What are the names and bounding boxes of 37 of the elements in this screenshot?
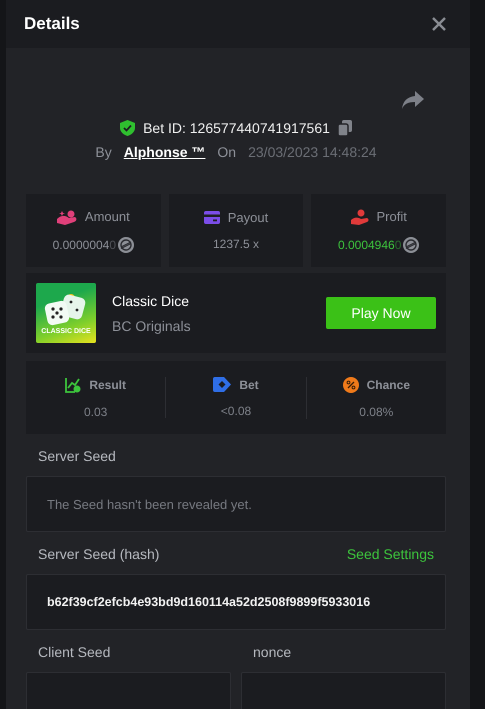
- stat-value: 0.00049460: [338, 238, 402, 252]
- result-value: 0.08%: [359, 404, 394, 418]
- field-label: Client Seed: [38, 644, 110, 660]
- shield-check-icon: [120, 120, 136, 136]
- stat-label: Payout: [228, 210, 268, 225]
- server-hash-field[interactable]: b62f39cf2efcb4e93bd9d160114a52d2508f9899f5933016: [26, 574, 446, 630]
- close-icon[interactable]: [432, 17, 446, 31]
- percent-icon: [342, 376, 359, 392]
- chart-check-icon: [65, 376, 82, 392]
- bet-date: 23/03/2023 14:48:24: [248, 144, 377, 160]
- dice-drawing: [44, 292, 88, 328]
- on-label: On: [217, 144, 236, 160]
- copy-icon[interactable]: [338, 120, 352, 136]
- tag-icon: [213, 377, 232, 392]
- bet-id: Bet ID: 126577440741917561: [143, 120, 330, 136]
- share-icon[interactable]: [402, 91, 424, 109]
- stat-label: Profit: [376, 209, 407, 224]
- field-label: Server Seed: [38, 448, 116, 464]
- game-name: Classic Dice: [112, 292, 190, 308]
- by-label: By: [95, 144, 112, 160]
- result-label: Bet: [239, 378, 259, 392]
- server-seed-field[interactable]: The Seed hasn't been revealed yet.: [26, 476, 446, 532]
- result-label: Chance: [366, 378, 410, 392]
- game-provider: BC Originals: [112, 318, 192, 334]
- field-label: Server Seed (hash): [38, 546, 160, 562]
- result-value: <0.08: [220, 404, 252, 418]
- hand-person-icon: [350, 208, 368, 224]
- result-value: 0.03: [84, 404, 108, 418]
- user-link[interactable]: Alphonse ™: [124, 144, 206, 160]
- seed-settings-link[interactable]: Seed Settings: [346, 546, 434, 562]
- hand-coin-icon: [56, 208, 77, 224]
- stat-label: Amount: [84, 209, 130, 224]
- card-icon: [204, 211, 220, 224]
- field-label: nonce: [253, 644, 292, 660]
- stat-value: 1237.5 x: [212, 237, 260, 251]
- result-label: Result: [89, 378, 126, 392]
- window-title: Details: [24, 14, 80, 34]
